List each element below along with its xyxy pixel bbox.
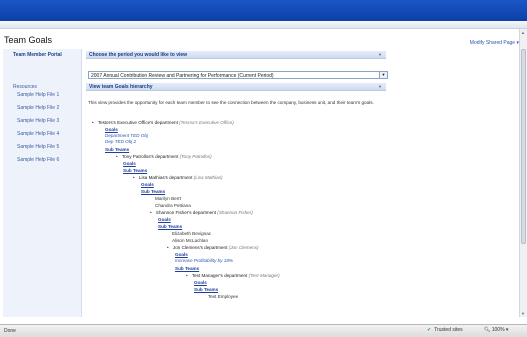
manager-name: (Lisa Mathias) bbox=[193, 175, 223, 180]
dept-name: Shannon Fisher's department bbox=[155, 210, 217, 215]
nav-item-help-file-4[interactable]: Sample Help File 4 bbox=[3, 131, 81, 137]
nav-item-help-file-1[interactable]: Sample Help File 1 bbox=[3, 92, 81, 98]
scrollbar-thumb[interactable] bbox=[521, 49, 526, 244]
manager-name: (Test Manager) bbox=[248, 273, 280, 278]
zoom-value: 100% bbox=[491, 327, 505, 333]
nav-item-help-file-3[interactable]: Sample Help File 3 bbox=[3, 118, 81, 124]
webpart-header-hierarchy: View team Goals hierarchy ▼ bbox=[86, 83, 386, 91]
dept-name: Lisa Mathias's department bbox=[138, 175, 193, 180]
tree-node-lisa: Lisa Mathias's department (Lisa Mathias) bbox=[133, 175, 223, 181]
nav-item-help-file-5[interactable]: Sample Help File 5 bbox=[3, 144, 81, 150]
checkmark-icon: ✔ bbox=[427, 327, 432, 333]
nav-group-resources[interactable]: Resources bbox=[3, 84, 81, 90]
webpart-title-period: Choose the period you would like to view bbox=[89, 52, 188, 58]
chevron-down-icon[interactable]: ▼ bbox=[379, 72, 387, 78]
team-member: Chandra Pettiana bbox=[155, 203, 191, 208]
nav-item-help-file-2[interactable]: Sample Help File 2 bbox=[3, 105, 81, 111]
dept-name: Testers's Executive Office's department bbox=[97, 120, 178, 125]
sub-teams-link[interactable]: Sub Teams bbox=[123, 168, 147, 174]
webpart-header-period: Choose the period you would like to view… bbox=[86, 51, 386, 59]
hierarchy-description: This view provides the opportunity for e… bbox=[88, 100, 374, 105]
magnifier-icon: 🔍︎ bbox=[484, 327, 491, 333]
zoom-level[interactable]: 🔍︎ 100% ▾ bbox=[484, 327, 508, 333]
main-content: Choose the period you would like to view… bbox=[86, 49, 518, 317]
sub-teams-link[interactable]: Sub Teams bbox=[141, 189, 165, 195]
sub-teams-link[interactable]: Sub Teams bbox=[175, 266, 199, 272]
status-bar: Done ✔ Trusted sites 🔍︎ 100% ▾ bbox=[0, 324, 527, 337]
team-member: Marilyn Berrt bbox=[155, 196, 182, 201]
team-member: Elizabeth Bevignac bbox=[172, 231, 212, 236]
dept-name: Jon Clemens's department bbox=[172, 245, 228, 250]
sub-banner bbox=[0, 21, 527, 29]
tree-node-jon: Jon Clemens's department (Jon Clemens) bbox=[167, 245, 259, 251]
webpart-title-hierarchy: View team Goals hierarchy bbox=[89, 84, 153, 90]
tree-node-test-manager: Test Manager's department (Test Manager) bbox=[186, 273, 280, 279]
security-zone: ✔ Trusted sites bbox=[427, 327, 463, 333]
objective[interactable]: Increase Profitability by 18% bbox=[175, 258, 233, 264]
manager-name: (Shannon Fisher) bbox=[217, 210, 253, 215]
tree-node-exec: Testers's Executive Office's department … bbox=[92, 120, 234, 126]
tree-node-tony: Tony Patrollos's department (Tony Patrol… bbox=[116, 154, 212, 160]
goals-link[interactable]: Goals bbox=[123, 161, 136, 167]
scroll-up-icon[interactable]: ▲ bbox=[521, 30, 525, 35]
manager-name: (Tesrna's Executive Office) bbox=[179, 120, 234, 125]
period-select[interactable]: 2007 Annual Contribution Review and Part… bbox=[88, 71, 388, 79]
page-title: Team Goals bbox=[4, 35, 53, 45]
dept-name: Test Manager's department bbox=[191, 273, 248, 278]
zone-label: Trusted sites bbox=[434, 327, 463, 333]
team-member: Test Employee bbox=[208, 294, 239, 299]
goals-link[interactable]: Goals bbox=[141, 182, 154, 188]
tree-node-shannon: Shannon Fisher's department (Shannon Fis… bbox=[150, 210, 253, 216]
nav-header-team-member-portal[interactable]: Team Member Portal bbox=[3, 49, 81, 58]
left-navigation: Team Member Portal Resources Sample Help… bbox=[3, 49, 82, 317]
manager-name: (Jon Clemens) bbox=[228, 245, 259, 250]
top-banner bbox=[0, 0, 527, 21]
scroll-down-icon[interactable]: ▼ bbox=[521, 311, 525, 316]
webpart-menu-icon[interactable]: ▼ bbox=[378, 84, 382, 89]
vertical-scrollbar[interactable]: ▲ ▼ bbox=[519, 29, 527, 317]
dept-name: Tony Patrollos's department bbox=[121, 154, 179, 159]
goals-link[interactable]: Goals bbox=[194, 280, 207, 286]
sub-teams-link[interactable]: Sub Teams bbox=[194, 287, 218, 293]
team-member: Alison McLachlan bbox=[172, 238, 209, 243]
sub-teams-link[interactable]: Sub Teams bbox=[105, 147, 129, 153]
goals-link[interactable]: Goals bbox=[158, 217, 171, 223]
modify-shared-page-link[interactable]: Modify Shared Page ▾ bbox=[470, 40, 519, 46]
objective[interactable]: Dep TED Obj 2 bbox=[105, 139, 136, 145]
webpart-menu-icon[interactable]: ▼ bbox=[378, 52, 382, 57]
period-select-value: 2007 Annual Contribution Review and Part… bbox=[91, 73, 274, 79]
nav-item-help-file-6[interactable]: Sample Help File 6 bbox=[3, 157, 81, 163]
sub-teams-link[interactable]: Sub Teams bbox=[158, 224, 182, 230]
status-text: Done bbox=[4, 328, 16, 334]
manager-name: (Tony Patrollos) bbox=[179, 154, 212, 159]
